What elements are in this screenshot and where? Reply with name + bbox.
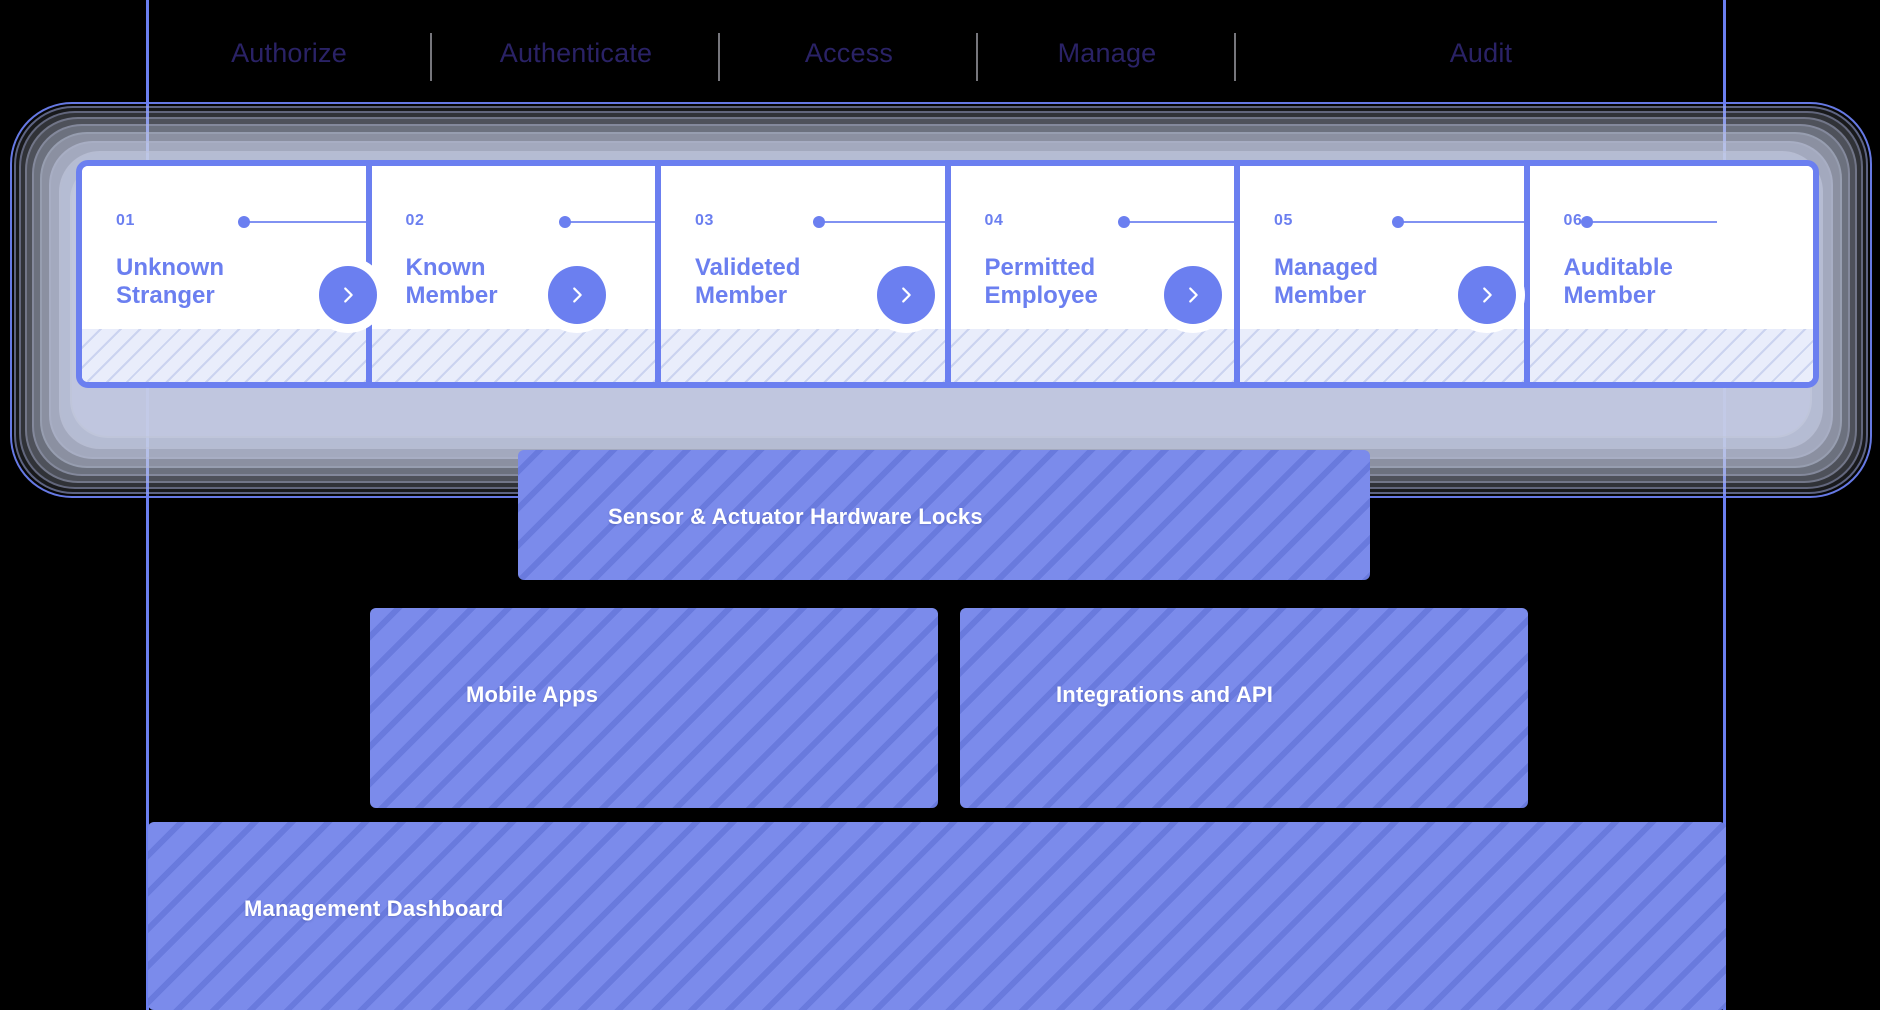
phase-header: Authorize Authenticate Access Manage Audit bbox=[146, 0, 1726, 106]
step-progress-meter bbox=[559, 216, 655, 228]
connector-chevron-right-icon[interactable] bbox=[548, 266, 606, 324]
step-progress-meter bbox=[1118, 216, 1234, 228]
step-card-hatch-footer bbox=[1240, 329, 1524, 382]
step-title: Permitted Employee bbox=[984, 254, 1098, 310]
step-number: 05 bbox=[1274, 212, 1293, 229]
diagram-canvas: Authorize Authenticate Access Manage Audit 0… bbox=[0, 0, 1880, 1010]
step-title: Unknown Stranger bbox=[116, 254, 224, 310]
platform-block-label: Sensor & Actuator Hardware Locks bbox=[608, 504, 983, 529]
platform-block-label: Mobile Apps bbox=[466, 682, 599, 707]
platform-block-2[interactable]: Mobile Apps bbox=[370, 608, 938, 808]
platform-block-1[interactable]: Sensor & Actuator Hardware Locks bbox=[518, 450, 1370, 580]
step-card-hatch-footer bbox=[950, 329, 1234, 382]
step-card-02[interactable]: 02 Known Member bbox=[371, 166, 661, 382]
platform-block-label: Management Dashboard bbox=[244, 896, 504, 921]
step-number: 01 bbox=[116, 212, 135, 229]
step-card-hatch-footer bbox=[82, 329, 366, 382]
connector-chevron-right-icon[interactable] bbox=[1458, 266, 1516, 324]
platform-block-label: Integrations and API bbox=[1056, 682, 1274, 707]
step-number: 06 bbox=[1563, 212, 1583, 229]
connector-chevron-right-icon[interactable] bbox=[1164, 266, 1222, 324]
step-card-hatch-footer bbox=[371, 329, 655, 382]
phase-label: Manage bbox=[1057, 37, 1157, 68]
phase-label: Access bbox=[804, 37, 894, 68]
step-progress-meter bbox=[1391, 216, 1524, 228]
meter-line bbox=[565, 221, 655, 223]
step-title: Valideted Member bbox=[695, 254, 801, 310]
phase-manage: Manage bbox=[978, 0, 1236, 106]
connector-chevron-right-icon[interactable] bbox=[319, 266, 377, 324]
platform-block-4[interactable]: Management Dashboard bbox=[148, 822, 1726, 1010]
platform-block-3[interactable]: Integrations and API bbox=[960, 608, 1528, 808]
phase-authenticate: Authenticate bbox=[432, 0, 720, 106]
phase-label: Authenticate bbox=[499, 37, 653, 68]
step-progress-meter bbox=[237, 216, 366, 228]
meter-line bbox=[1124, 221, 1234, 223]
step-card-hatch-footer bbox=[1529, 329, 1813, 382]
phase-audit: Audit bbox=[1236, 0, 1726, 106]
phase-label: Audit bbox=[1449, 37, 1513, 68]
meter-line bbox=[1397, 221, 1524, 223]
step-title: Auditable Member bbox=[1563, 254, 1673, 310]
meter-line bbox=[243, 221, 366, 223]
meter-line bbox=[818, 221, 945, 223]
step-number: 04 bbox=[984, 212, 1004, 229]
step-card-hatch-footer bbox=[661, 329, 945, 382]
step-card-06[interactable]: 06 Auditable Member bbox=[1529, 166, 1813, 382]
phase-label: Authorize bbox=[231, 37, 347, 68]
step-title: Managed Member bbox=[1274, 254, 1379, 310]
connector-chevron-right-icon[interactable] bbox=[877, 266, 935, 324]
step-title: Known Member bbox=[405, 254, 498, 310]
step-progress-meter bbox=[812, 216, 945, 228]
step-progress-meter bbox=[1581, 216, 1717, 228]
step-number: 02 bbox=[405, 212, 425, 229]
phase-access: Access bbox=[720, 0, 978, 106]
phase-authorize: Authorize bbox=[146, 0, 432, 106]
step-number: 03 bbox=[695, 212, 714, 229]
meter-line bbox=[1587, 221, 1717, 223]
